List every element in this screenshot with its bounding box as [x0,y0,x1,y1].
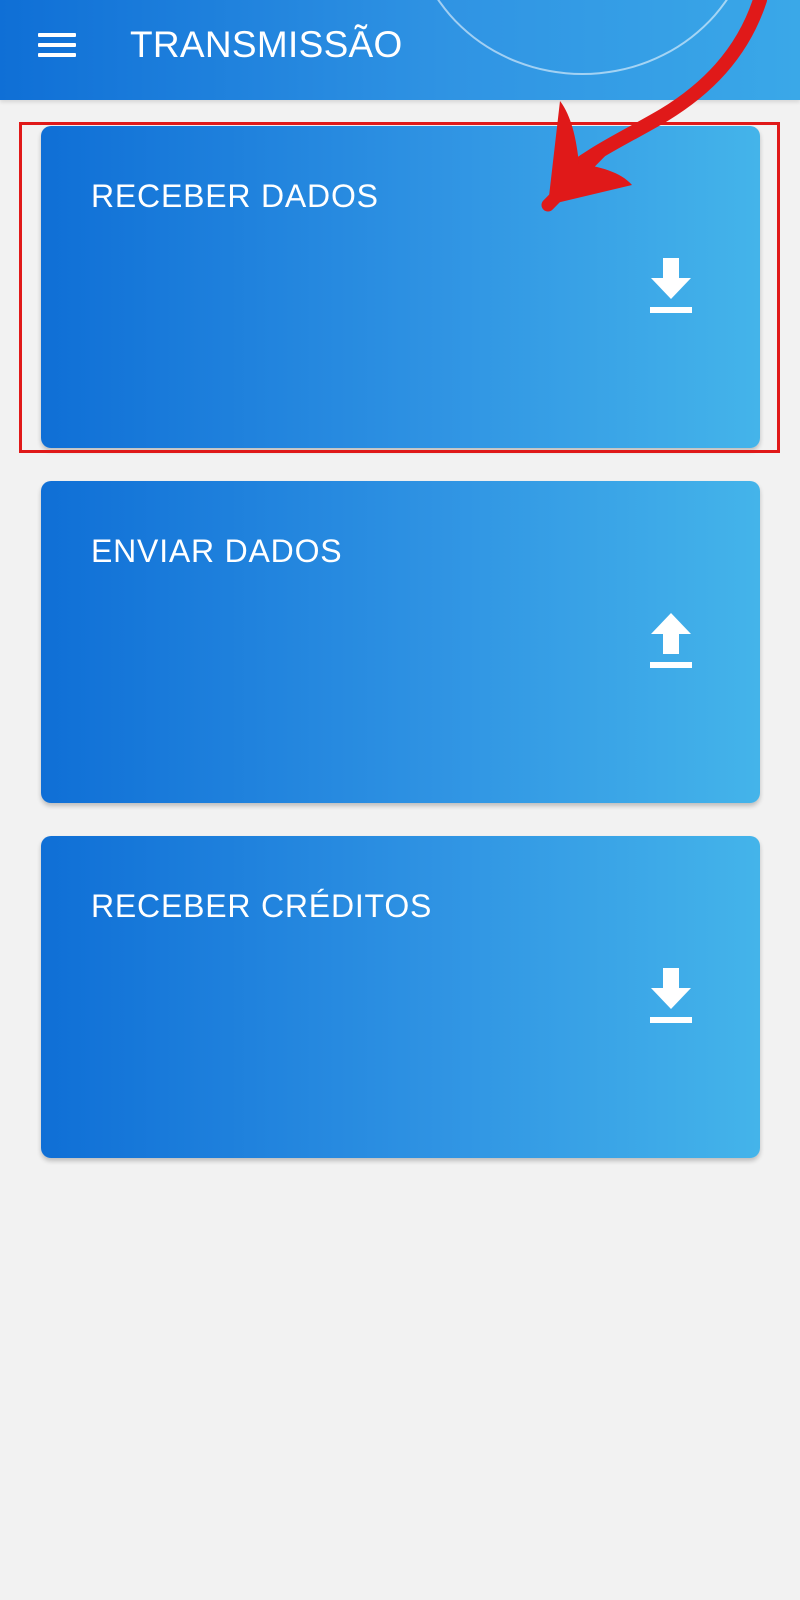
upload-icon [649,613,693,671]
menu-icon[interactable] [38,30,76,60]
send-data-label: ENVIAR DADOS [91,533,343,569]
download-icon [649,258,693,316]
transmission-screen: TRANSMISSÃO RECEBER DADOS ENVIAR DADOS R [0,0,800,1600]
receive-data-card[interactable]: RECEBER DADOS [41,126,760,448]
menu-line-bottom [38,53,76,57]
receive-data-label: RECEBER DADOS [91,178,379,214]
send-data-card[interactable]: ENVIAR DADOS [41,481,760,803]
menu-line-middle [38,43,76,47]
receive-credits-card[interactable]: RECEBER CRÉDITOS [41,836,760,1158]
menu-line-top [38,33,76,37]
app-bar: TRANSMISSÃO [0,0,800,100]
download-icon [649,968,693,1026]
transmission-options: RECEBER DADOS ENVIAR DADOS RECEBER CRÉDI… [0,0,800,1600]
page-title: TRANSMISSÃO [130,24,403,65]
receive-credits-label: RECEBER CRÉDITOS [91,888,433,924]
decorative-arc [410,0,755,75]
